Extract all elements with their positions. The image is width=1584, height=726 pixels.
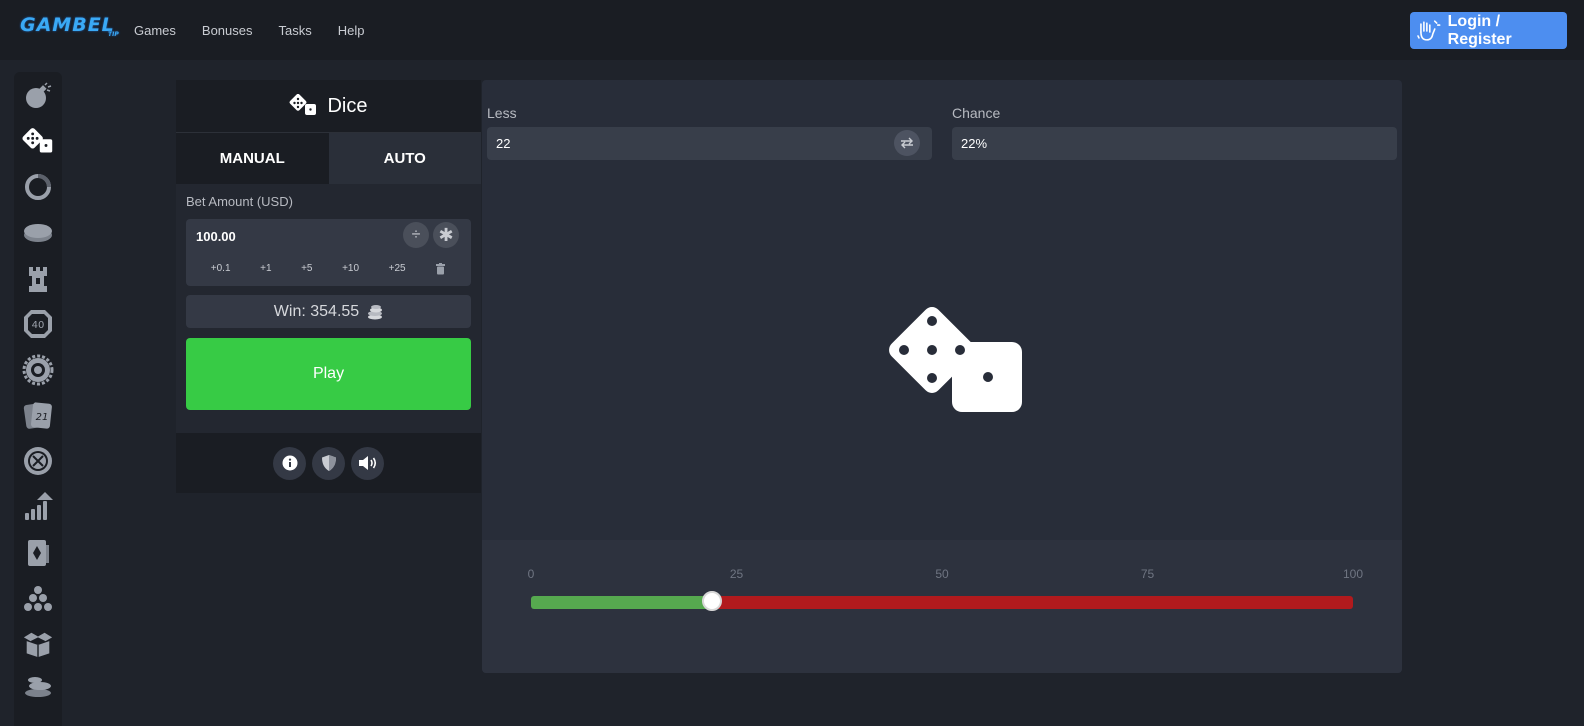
win-display: Win: 354.55 [186, 295, 471, 328]
slider-tick-25: 25 [729, 567, 744, 581]
tab-auto[interactable]: AUTO [328, 133, 481, 184]
tab-manual[interactable]: MANUAL [176, 133, 329, 184]
swap-icon [901, 137, 913, 149]
sidebar-item-keno[interactable]: 40 [22, 308, 54, 340]
sidebar-item-crash[interactable] [22, 491, 54, 523]
sidebar-item-stack[interactable] [22, 670, 54, 702]
coin-icon [24, 224, 52, 242]
sidebar-item-blackjack[interactable]: 21 [22, 400, 54, 432]
sidebar-item-coinflip[interactable] [22, 217, 54, 249]
info-icon [282, 455, 297, 471]
box-icon [23, 632, 53, 658]
roulette-icon [24, 447, 52, 475]
sidebar-item-limbo[interactable] [22, 171, 54, 203]
nav-games[interactable]: Games [134, 23, 176, 38]
bet-controls: Bet Amount (USD) 100.00 ÷ ✱ +0.1 +1 +5 +… [176, 184, 481, 433]
logo-sub: TIP [108, 31, 119, 38]
logo-text: GAMBEL [20, 14, 115, 36]
sound-button[interactable] [351, 446, 384, 480]
slider-tick-75: 75 [1140, 567, 1155, 581]
bet-amount-box: 100.00 ÷ ✱ +0.1 +1 +5 +10 +25 [186, 219, 471, 286]
swap-direction-button[interactable] [894, 130, 920, 156]
quick-add-5[interactable]: +5 [301, 263, 312, 275]
top-bar: GAMBEL TIP Games Bonuses Tasks Help Logi… [0, 0, 1584, 60]
sidebar-item-roulette[interactable] [22, 445, 54, 477]
shield-icon [321, 455, 336, 471]
login-register-button[interactable]: Login / Register [1410, 12, 1567, 49]
chance-label: Chance [952, 105, 1001, 121]
dice-game-area: Less 22 Chance 22% 0 25 50 75 100 [482, 80, 1402, 673]
mode-tabs: MANUAL AUTO [176, 133, 481, 184]
panel-header: Dice [176, 80, 481, 133]
blackjack-21-icon: 21 [23, 402, 52, 429]
bet-panel: Dice MANUAL AUTO Bet Amount (USD) 100.00… [176, 80, 481, 493]
chance-field[interactable]: 22% [952, 127, 1397, 160]
sidebar-item-tower[interactable] [22, 263, 54, 295]
sidebar-item-mines[interactable] [22, 80, 54, 112]
bet-amount-input[interactable]: 100.00 [196, 229, 236, 244]
dice-icon [22, 128, 53, 153]
bet-amount-label: Bet Amount (USD) [186, 194, 293, 209]
svg-text:40: 40 [32, 320, 45, 331]
game-title: Dice [327, 94, 368, 117]
dice-icon [290, 94, 317, 115]
slider-tick-100: 100 [1342, 567, 1364, 581]
card-icon [28, 540, 49, 566]
nav-help[interactable]: Help [338, 23, 365, 38]
sidebar-item-plinko[interactable] [22, 583, 54, 615]
dice-illustration-icon [889, 307, 1022, 412]
less-value: 22 [496, 136, 511, 151]
games-sidebar: 40 21 [14, 72, 62, 726]
keno-40-icon: 40 [24, 310, 52, 338]
slider-track[interactable] [531, 596, 1353, 609]
wheel-icon [22, 354, 54, 386]
slider-over-range [711, 596, 1353, 609]
ring-icon [25, 174, 51, 200]
play-button[interactable]: Play [186, 338, 471, 410]
bomb-icon [26, 82, 52, 108]
double-bet-button[interactable]: ✱ [433, 222, 459, 248]
sound-icon [358, 456, 376, 470]
quick-add-0-1[interactable]: +0.1 [211, 263, 231, 275]
info-button[interactable] [273, 446, 306, 480]
login-register-label: Login / Register [1447, 12, 1512, 48]
roll-slider-area: 0 25 50 75 100 [482, 540, 1402, 673]
less-label: Less [487, 105, 517, 121]
quick-add-10[interactable]: +10 [342, 263, 359, 275]
sidebar-item-dice[interactable] [22, 125, 54, 157]
slider-tick-50: 50 [935, 567, 949, 581]
halve-bet-button[interactable]: ÷ [403, 222, 429, 248]
slider-tick-0: 0 [527, 567, 535, 581]
sidebar-item-cases[interactable] [22, 628, 54, 660]
sidebar-item-hilo[interactable] [22, 537, 54, 569]
site-logo[interactable]: GAMBEL TIP [20, 14, 119, 38]
nav-bonuses[interactable]: Bonuses [202, 23, 253, 38]
quick-add-1[interactable]: +1 [260, 263, 271, 275]
sidebar-item-wheel[interactable] [22, 354, 54, 386]
win-amount: Win: 354.55 [273, 302, 360, 320]
quick-amounts: +0.1 +1 +5 +10 +25 [186, 263, 471, 275]
coins-icon [368, 304, 383, 319]
less-field[interactable]: 22 [487, 127, 932, 160]
slider-thumb[interactable] [701, 591, 722, 611]
stack-icon [25, 677, 51, 697]
tower-icon [29, 267, 47, 292]
fairness-button[interactable] [312, 446, 345, 480]
hand-wave-icon [1417, 19, 1441, 41]
nav-tasks[interactable]: Tasks [279, 23, 312, 38]
chance-value: 22% [961, 136, 988, 151]
main-nav: Games Bonuses Tasks Help [134, 23, 364, 38]
panel-footer [176, 433, 481, 493]
trash-icon[interactable] [435, 263, 446, 275]
quick-add-25[interactable]: +25 [389, 263, 406, 275]
slider-under-range [531, 596, 712, 609]
crash-chart-icon [25, 492, 53, 520]
plinko-icon [24, 586, 52, 611]
svg-text:21: 21 [36, 412, 49, 423]
